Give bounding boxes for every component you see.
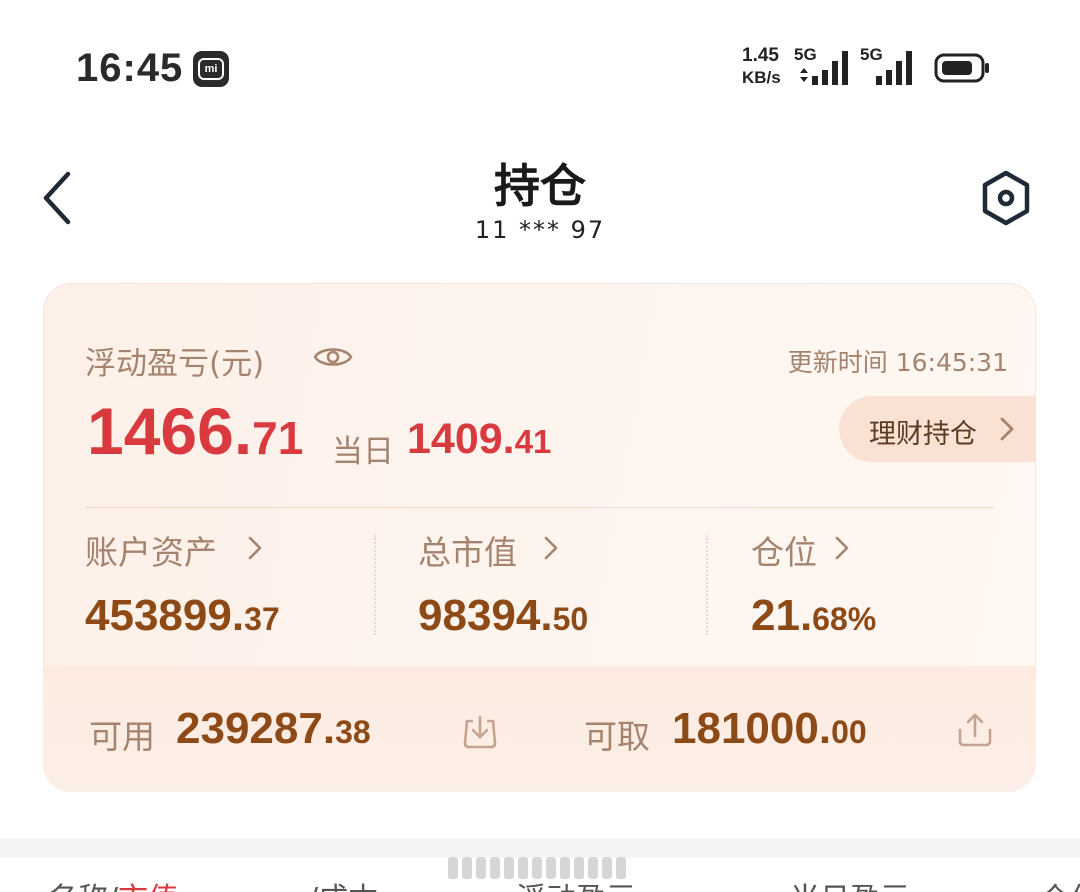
network-speed: 1.45 KB/s bbox=[742, 45, 792, 89]
position-ratio-value: 21.68% bbox=[751, 591, 877, 640]
total-assets-label: 账户资产 bbox=[85, 533, 217, 572]
floating-pnl-label: 浮动盈亏(元) bbox=[85, 346, 265, 382]
divider bbox=[374, 535, 376, 635]
account-number: 11 *** 97 bbox=[474, 216, 606, 244]
signal-1: 5G bbox=[794, 45, 856, 87]
network-speed-unit: KB/s bbox=[742, 68, 781, 87]
withdrawable-funds: 可取 181000.00 bbox=[584, 704, 904, 758]
scroll-indicator bbox=[448, 857, 632, 879]
divider bbox=[85, 507, 995, 508]
withdrawable-label: 可取 bbox=[584, 717, 650, 756]
withdrawable-value: 181000.00 bbox=[672, 704, 867, 753]
status-time: 16:45 bbox=[76, 46, 184, 90]
available-funds: 可用 239287.38 bbox=[89, 704, 399, 758]
settings-icon[interactable] bbox=[978, 168, 1034, 228]
transfer-out-icon[interactable] bbox=[956, 711, 994, 749]
floating-pnl-value: 1466.71 bbox=[87, 394, 304, 468]
column-cost[interactable]: /成本 bbox=[308, 874, 378, 892]
market-value-label: 总市值 bbox=[418, 533, 517, 572]
column-position[interactable]: 仓位 bbox=[1040, 874, 1080, 892]
available-label: 可用 bbox=[89, 717, 155, 756]
chevron-right-icon bbox=[835, 536, 849, 560]
update-time: 更新时间 16:45:31 bbox=[787, 348, 1008, 377]
signal-2-label: 5G bbox=[860, 45, 883, 64]
signal-1-label: 5G bbox=[794, 45, 817, 64]
divider bbox=[706, 535, 708, 635]
transfer-in-icon[interactable] bbox=[461, 713, 499, 751]
holdings-summary-card: 浮动盈亏(元) 更新时间 16:45:31 1466.71 当日 1409.41… bbox=[43, 283, 1036, 792]
network-speed-value: 1.45 bbox=[742, 45, 779, 66]
chevron-right-icon bbox=[248, 536, 262, 560]
today-pnl-value: 1409.41 bbox=[407, 415, 552, 463]
battery-icon bbox=[934, 53, 989, 83]
stat-position-ratio[interactable]: 仓位 21.68% bbox=[751, 526, 1011, 640]
chevron-right-icon bbox=[544, 536, 558, 560]
signal-2: 5G bbox=[860, 45, 922, 87]
stat-total-assets[interactable]: 账户资产 453899.37 bbox=[85, 526, 385, 640]
mi-app-icon: mi bbox=[193, 51, 229, 87]
total-assets-value: 453899.37 bbox=[85, 591, 280, 640]
stat-market-value[interactable]: 总市值 98394.50 bbox=[418, 526, 698, 640]
page-title: 持仓 bbox=[494, 159, 586, 213]
available-value: 239287.38 bbox=[176, 704, 371, 753]
today-pnl-label: 当日 bbox=[332, 434, 394, 470]
eye-icon[interactable] bbox=[313, 343, 353, 371]
column-name-marketvalue[interactable]: 名称/市值 bbox=[48, 874, 178, 892]
holdings-page: 16:45 mi 1.45 KB/s 5G 5G 持仓 11 *** 97 浮动… bbox=[0, 0, 1080, 892]
column-today-pnl[interactable]: 当日盈亏 bbox=[790, 874, 910, 892]
wealth-holdings-label: 理财持仓 bbox=[869, 419, 977, 450]
wealth-holdings-button[interactable]: 理财持仓 bbox=[839, 396, 1036, 462]
chevron-right-icon bbox=[1000, 417, 1014, 441]
market-value-value: 98394.50 bbox=[418, 591, 589, 640]
position-ratio-label: 仓位 bbox=[751, 533, 817, 572]
